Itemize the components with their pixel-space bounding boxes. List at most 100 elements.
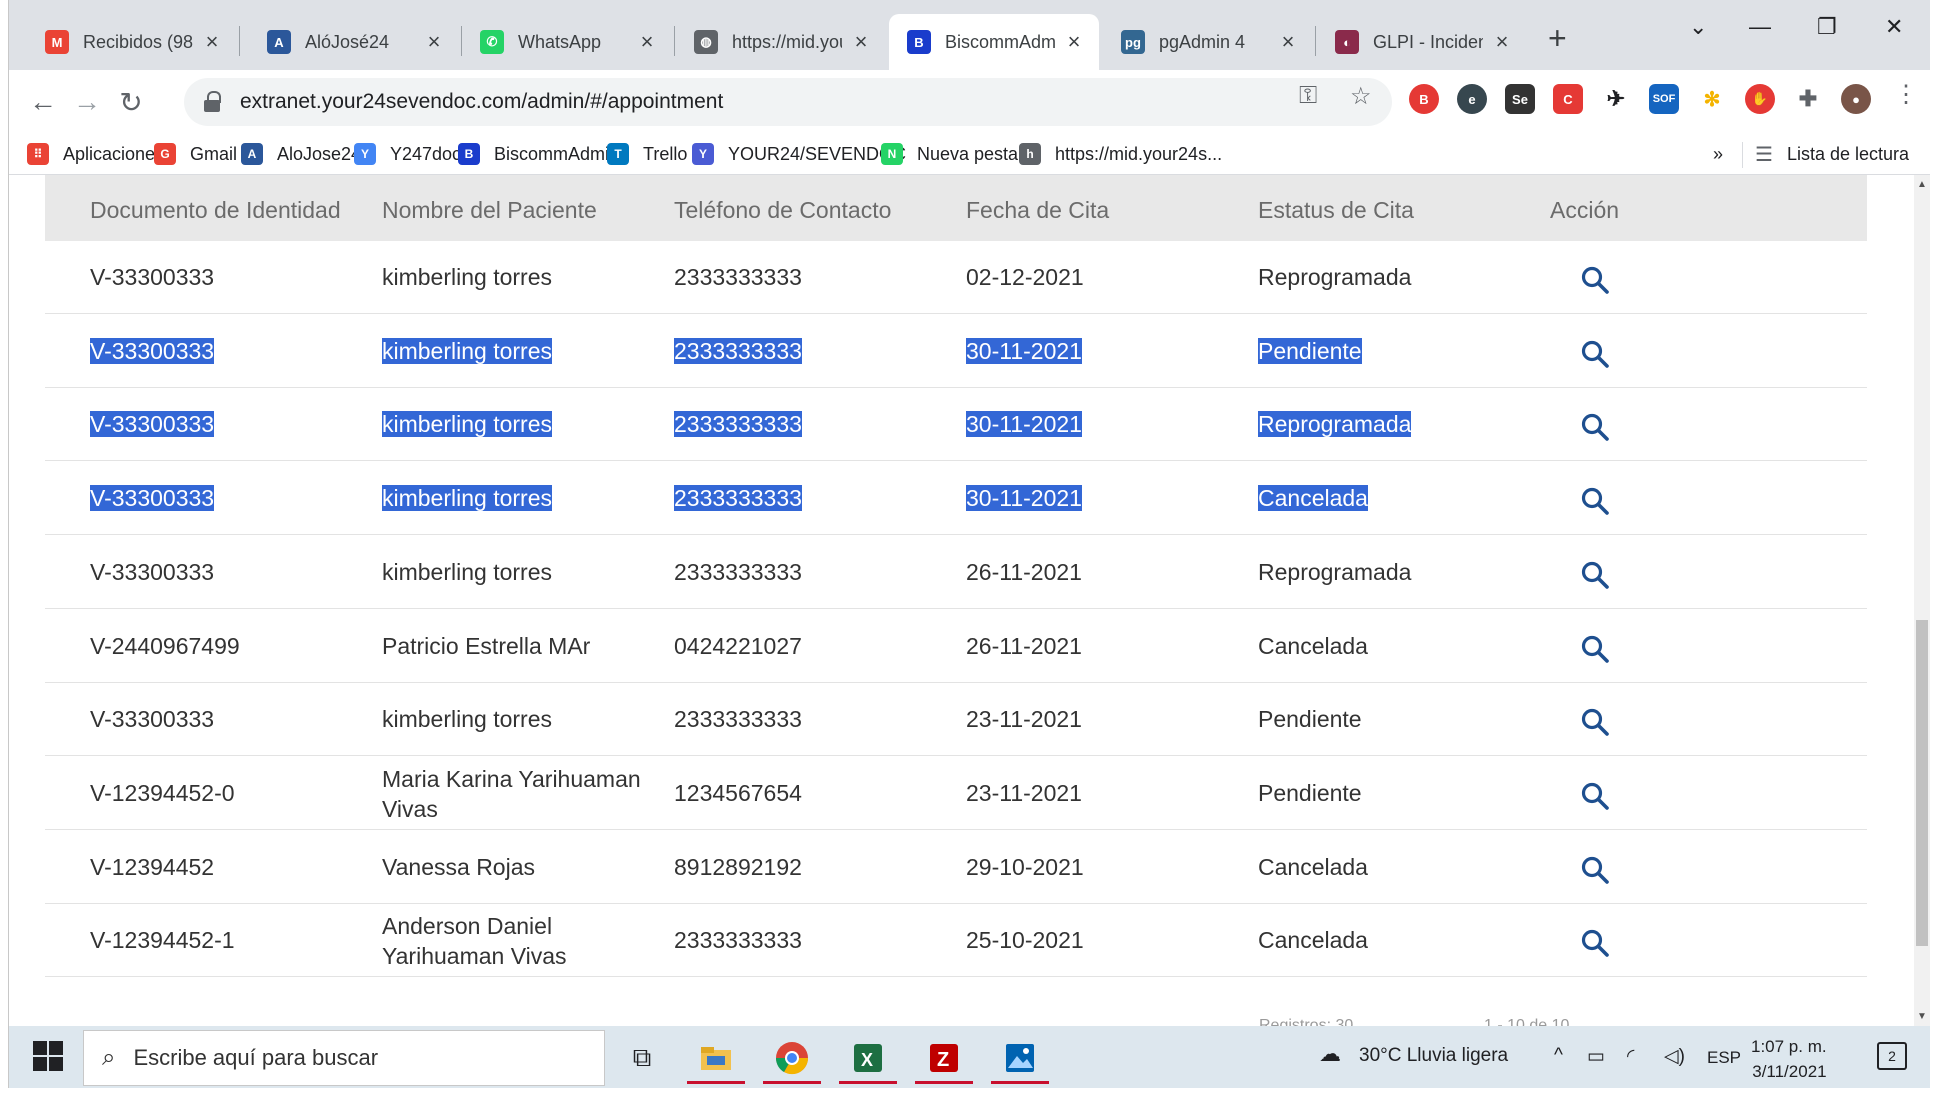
tray-chevron-icon[interactable]: ^: [1554, 1045, 1563, 1067]
header-telefono[interactable]: Teléfono de Contacto: [674, 197, 891, 224]
filezilla-icon[interactable]: Z: [911, 1031, 977, 1084]
scroll-up-icon[interactable]: ▲: [1917, 179, 1927, 190]
bookmark-biscomm[interactable]: B BiscommAdmin: [458, 140, 619, 168]
close-window-icon[interactable]: ✕: [1885, 14, 1903, 40]
clock[interactable]: 1:07 p. m. 3/11/2021: [1751, 1034, 1827, 1084]
volume-icon[interactable]: ◁): [1664, 1045, 1685, 1068]
search-icon[interactable]: [1580, 339, 1610, 369]
cell-fecha: 30-11-2021: [966, 483, 1082, 513]
table-row: V-33300333 kimberling torres 2333333333 02-…: [45, 241, 1867, 314]
close-tab-icon[interactable]: ×: [1063, 29, 1085, 55]
header-documento[interactable]: Documento de Identidad: [90, 197, 341, 224]
screen-edge: [0, 1088, 1937, 1097]
photos-icon[interactable]: [987, 1031, 1053, 1084]
search-icon[interactable]: [1580, 486, 1610, 516]
scroll-down-icon[interactable]: ▼: [1917, 1011, 1927, 1022]
close-tab-icon[interactable]: ×: [423, 29, 445, 55]
scrollbar-thumb[interactable]: [1916, 620, 1928, 946]
search-icon[interactable]: [1580, 855, 1610, 885]
search-icon[interactable]: [1580, 412, 1610, 442]
reading-list-button[interactable]: ☰ Lista de lectura: [1755, 140, 1909, 168]
wifi-icon[interactable]: ◜: [1627, 1045, 1634, 1068]
excel-icon[interactable]: X: [835, 1031, 901, 1084]
restore-icon[interactable]: ❐: [1817, 14, 1837, 40]
bookmark-globe[interactable]: h https://mid.your24s...: [1019, 140, 1222, 168]
reload-button[interactable]: ↻: [111, 82, 151, 122]
new-tab-button[interactable]: +: [1548, 20, 1567, 57]
bookmark-trello[interactable]: T Trello: [607, 140, 687, 168]
extension-5-icon[interactable]: ✈: [1601, 84, 1631, 114]
trello-icon: T: [607, 143, 629, 165]
header-estatus[interactable]: Estatus de Cita: [1258, 197, 1414, 224]
page-scrollbar[interactable]: ▲ ▼: [1914, 175, 1930, 1026]
url-text[interactable]: extranet.your24sevendoc.com/admin/#/appo…: [240, 90, 723, 114]
close-tab-icon[interactable]: ×: [850, 29, 872, 55]
reading-list-label: Lista de lectura: [1786, 143, 1910, 164]
tab-whatsapp[interactable]: ✆ WhatsApp ×: [462, 14, 672, 70]
tab-alojose[interactable]: A AlóJosé24 ×: [249, 14, 459, 70]
search-icon[interactable]: [1580, 928, 1610, 958]
header-fecha[interactable]: Fecha de Cita: [966, 197, 1109, 224]
bookmark-alojose[interactable]: A AloJose24: [241, 140, 361, 168]
browser-toolbar: ← → ↻ extranet.your24sevendoc.com/admin/…: [9, 70, 1930, 134]
bookmark-your24[interactable]: Y YOUR24/SEVENDOC: [692, 140, 906, 168]
close-tab-icon[interactable]: ×: [201, 29, 223, 55]
header-nombre[interactable]: Nombre del Paciente: [382, 197, 597, 224]
search-icon[interactable]: [1580, 265, 1610, 295]
address-bar[interactable]: extranet.your24sevendoc.com/admin/#/appo…: [184, 78, 1392, 126]
search-icon[interactable]: [1580, 781, 1610, 811]
extension-4-icon[interactable]: C: [1553, 84, 1583, 114]
language-indicator[interactable]: ESP: [1707, 1048, 1741, 1068]
lock-icon: [204, 91, 222, 113]
extension-7-icon[interactable]: ✻: [1697, 84, 1727, 114]
bookmark-y247doc[interactable]: Y Y247doc: [354, 140, 461, 168]
tab-search-icon[interactable]: ⌄: [1689, 14, 1707, 40]
cell-telefono-text: 2333333333: [674, 558, 802, 585]
search-icon[interactable]: [1580, 707, 1610, 737]
tab-biscomm[interactable]: B BiscommAdmi ×: [889, 14, 1099, 70]
table-row: V-2440967499 Patricio Estrella MAr 0424221…: [45, 610, 1867, 683]
bookmark-star-icon[interactable]: ☆: [1350, 82, 1372, 111]
tab-globe[interactable]: ◍ https://mid.you ×: [676, 14, 886, 70]
search-icon[interactable]: [1580, 634, 1610, 664]
menu-kebab-icon[interactable]: ⋮: [1894, 80, 1918, 109]
search-icon[interactable]: [1580, 560, 1610, 590]
tab-glpi[interactable]: ◐ GLPI - Incident ×: [1317, 14, 1527, 70]
tab-pgadmin[interactable]: pg pgAdmin 4 ×: [1103, 14, 1313, 70]
more-bookmarks-button[interactable]: »: [1713, 140, 1723, 168]
cell-estatus: Pendiente: [1258, 704, 1362, 734]
battery-icon[interactable]: ▭: [1587, 1045, 1605, 1068]
bookmark-gmail[interactable]: G Gmail: [154, 140, 237, 168]
taskbar-search-box[interactable]: ⌕ Escribe aquí para buscar: [83, 1030, 605, 1086]
tab-gmail[interactable]: M Recibidos (984) ×: [27, 14, 237, 70]
bookmark-whatsapp[interactable]: N Nueva pestaña: [881, 140, 1038, 168]
close-tab-icon[interactable]: ×: [1277, 29, 1299, 55]
extension-2-icon[interactable]: e: [1457, 84, 1487, 114]
file-explorer-icon[interactable]: [683, 1031, 749, 1084]
back-button[interactable]: ←: [23, 82, 63, 122]
whatsapp-icon: ✆: [480, 30, 504, 54]
cell-telefono: 2333333333: [674, 409, 802, 439]
globe-icon: ◍: [694, 30, 718, 54]
extension-1-icon[interactable]: B: [1409, 84, 1439, 114]
windows-start-icon[interactable]: [33, 1041, 63, 1071]
extensions-puzzle-icon[interactable]: ✚: [1793, 84, 1823, 114]
chrome-icon[interactable]: [759, 1031, 825, 1084]
forward-button[interactable]: →: [67, 82, 107, 122]
close-tab-icon[interactable]: ×: [636, 29, 658, 55]
cell-telefono-text: 0424221027: [674, 632, 802, 659]
weather-cloud-icon[interactable]: ☁: [1319, 1041, 1341, 1067]
cell-estatus-text: Cancelada: [1258, 485, 1368, 512]
minimize-icon[interactable]: —: [1749, 14, 1771, 40]
selenium-ide-icon[interactable]: Se: [1505, 84, 1535, 114]
password-key-icon[interactable]: ⚿: [1299, 82, 1317, 110]
close-tab-icon[interactable]: ×: [1491, 29, 1513, 55]
profile-avatar[interactable]: ●: [1841, 84, 1871, 114]
bookmark-apps-grid[interactable]: ⠿ Aplicaciones: [27, 140, 164, 168]
weather-text[interactable]: 30°C Lluvia ligera: [1359, 1045, 1508, 1067]
notifications-icon[interactable]: 2: [1877, 1042, 1907, 1070]
task-view-icon[interactable]: ⧉: [609, 1031, 675, 1084]
appointments-page: Documento de Identidad Nombre del Pacien…: [9, 175, 1914, 1026]
adblock-icon[interactable]: ✋: [1745, 84, 1775, 114]
sof-extension-icon[interactable]: SOF: [1649, 84, 1679, 114]
